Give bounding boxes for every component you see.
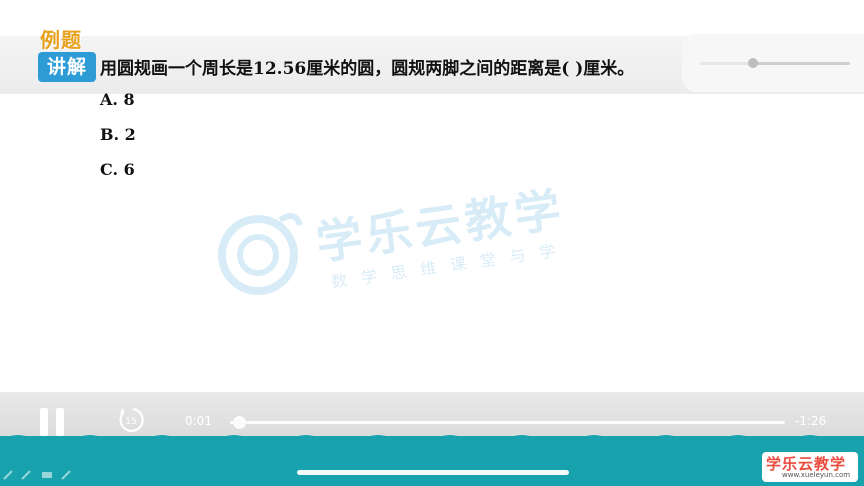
- volume-knob[interactable]: [747, 58, 758, 68]
- option-c: C. 6: [100, 160, 135, 179]
- progress-slider[interactable]: [230, 416, 785, 429]
- remaining-time: -1:26: [795, 414, 827, 428]
- brand-url: www.xueleyun.com: [782, 471, 851, 479]
- watermark-logo-icon: [218, 213, 303, 295]
- footer-band: [0, 436, 864, 486]
- question-text: 用圆规画一个周长是12.56厘米的圆，圆规两脚之间的距离是( )厘米。: [100, 59, 635, 79]
- option-a: A. 8: [100, 90, 135, 109]
- home-indicator[interactable]: [297, 470, 569, 475]
- option-b: B. 2: [100, 125, 136, 144]
- current-time: 0:01: [185, 414, 212, 428]
- brand-logo: 学乐云教学 www.xueleyun.com: [762, 452, 858, 482]
- volume-panel: [682, 34, 864, 92]
- pen-tools-icon: [3, 470, 71, 480]
- example-badge: 例题 讲解: [38, 24, 96, 86]
- watermark: 学乐云教学 数学思维课堂与学: [210, 180, 650, 310]
- badge-line2: 讲解: [38, 52, 96, 82]
- volume-fill: [700, 62, 753, 65]
- rewind-seconds-label: 15: [125, 417, 136, 427]
- progress-knob[interactable]: [233, 416, 247, 429]
- volume-slider[interactable]: [700, 58, 850, 68]
- badge-line1: 例题: [40, 28, 82, 52]
